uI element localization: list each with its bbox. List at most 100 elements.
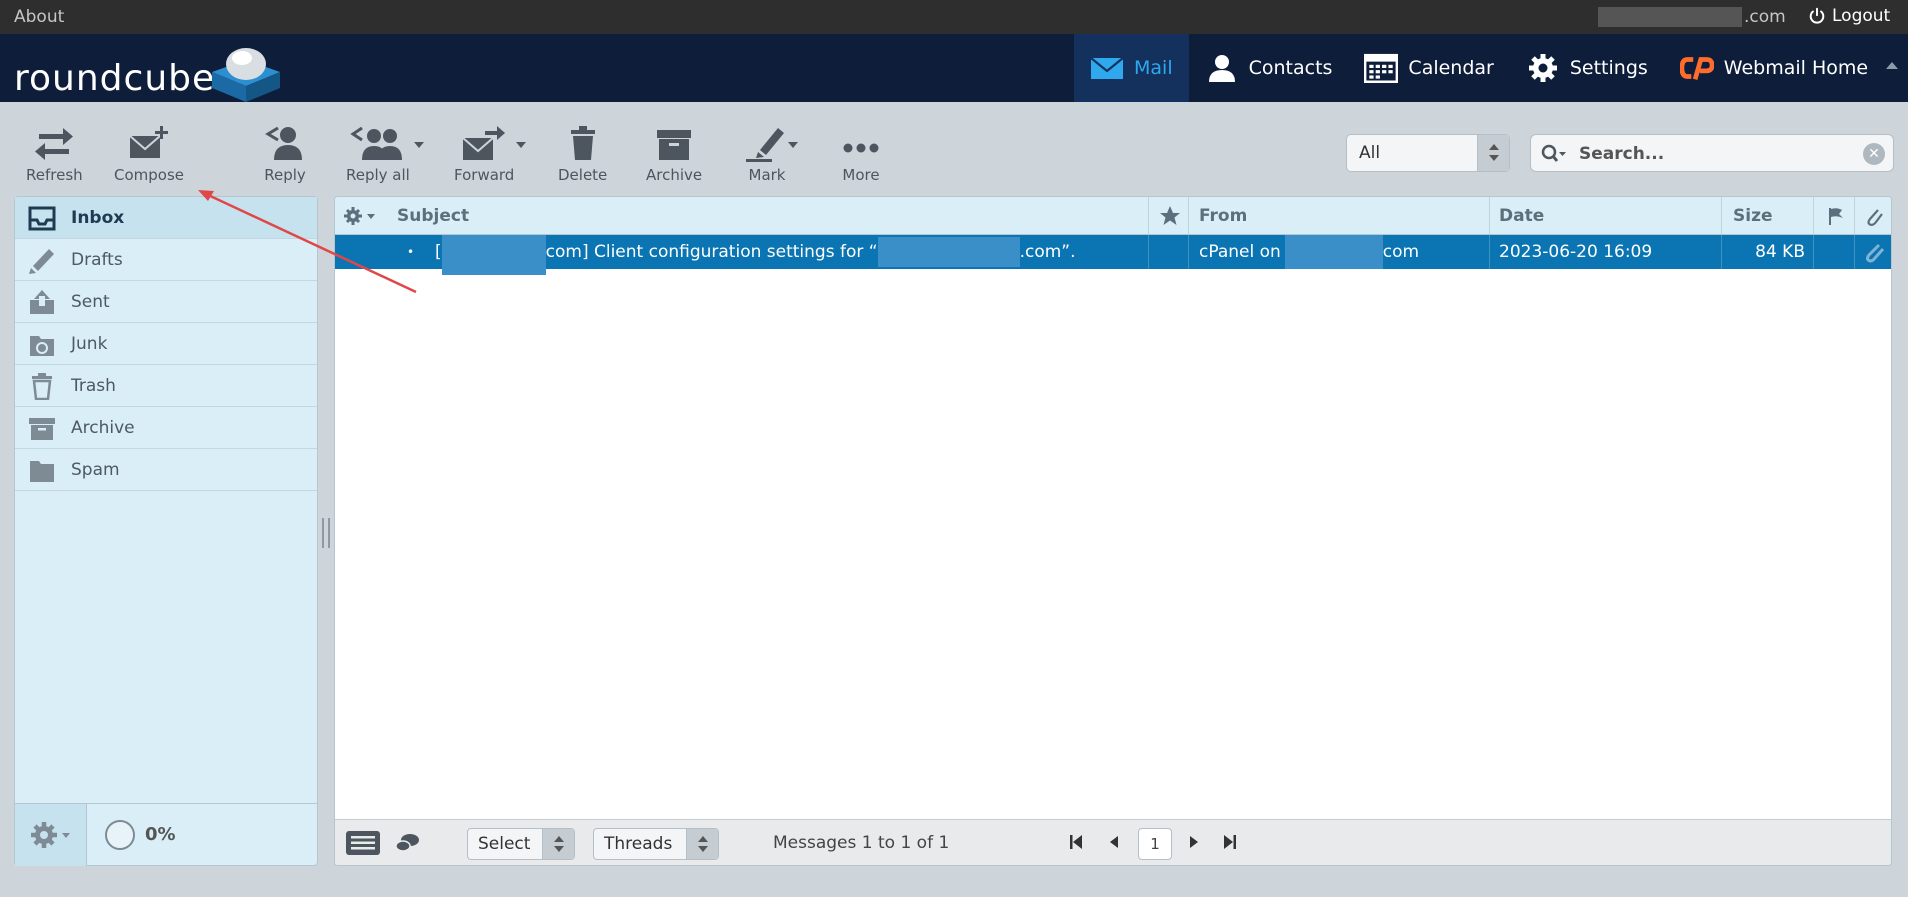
about-link[interactable]: About	[14, 7, 64, 27]
more-button[interactable]: More	[838, 124, 884, 184]
top-navigation: Mail Contacts Calendar Settings Webmail …	[1074, 34, 1884, 102]
subject-part: com] Client configuration settings for “	[545, 242, 878, 262]
nav-settings-label: Settings	[1569, 57, 1648, 79]
junk-icon	[30, 335, 54, 356]
logout-button[interactable]: Logout	[1808, 6, 1890, 26]
top-bar: About .com Logout	[0, 0, 1908, 34]
quota-pie-icon	[105, 819, 135, 850]
folder-archive[interactable]: Archive	[15, 407, 317, 449]
nav-mail[interactable]: Mail	[1074, 34, 1189, 102]
reply-button[interactable]: Reply	[262, 124, 308, 184]
search-icon[interactable]	[1541, 144, 1567, 164]
column-attachment[interactable]	[1855, 197, 1891, 234]
forward-dropdown[interactable]	[516, 142, 526, 148]
threads-label: Threads	[604, 834, 673, 854]
column-date-label: Date	[1499, 205, 1545, 226]
list-view-icon[interactable]	[345, 830, 381, 856]
first-page-icon[interactable]	[1069, 834, 1083, 850]
select-dropdown[interactable]: Select	[467, 828, 575, 860]
logout-label: Logout	[1832, 6, 1891, 26]
cpanel-icon	[1679, 57, 1714, 80]
pane-splitter[interactable]	[322, 518, 330, 548]
gear-dropdown-icon	[344, 206, 375, 225]
column-size[interactable]: Size	[1733, 197, 1773, 234]
quota-value: 0%	[145, 824, 176, 845]
column-flagged[interactable]	[1153, 197, 1187, 234]
quota-indicator: 0%	[105, 819, 176, 850]
folder-drafts[interactable]: Drafts	[15, 239, 317, 281]
table-row[interactable]: • [ com] Client configuration settings f…	[335, 235, 1891, 275]
reply-all-label: Reply all	[346, 166, 410, 184]
column-size-label: Size	[1733, 205, 1773, 226]
forward-icon	[462, 126, 506, 160]
user-domain: .com	[1744, 7, 1786, 27]
next-page-icon[interactable]	[1187, 834, 1201, 850]
compose-button[interactable]: Compose	[114, 124, 184, 184]
column-subject-label: Subject	[397, 205, 470, 226]
search-input[interactable]	[1579, 142, 1849, 166]
folder-trash[interactable]: Trash	[15, 365, 317, 407]
column-divider	[1188, 235, 1189, 269]
page-number[interactable]: 1	[1138, 828, 1172, 860]
refresh-button[interactable]: Refresh	[26, 124, 83, 184]
flag-icon	[1829, 207, 1843, 225]
reply-all-icon	[350, 126, 402, 160]
column-from[interactable]: From	[1199, 197, 1247, 234]
folder-spam[interactable]: Spam	[15, 449, 317, 491]
folder-label: Trash	[71, 375, 116, 396]
message-size: 84 KB	[1755, 242, 1805, 262]
folder-inbox[interactable]: Inbox	[15, 197, 317, 239]
person-icon	[1208, 55, 1235, 82]
folder-actions-button[interactable]	[15, 803, 87, 866]
list-options-button[interactable]	[343, 197, 383, 234]
previous-page-icon[interactable]	[1107, 834, 1121, 850]
subject-part: [	[435, 242, 442, 262]
forward-button[interactable]: Forward	[454, 124, 526, 184]
select-arrows-icon	[686, 829, 718, 859]
column-divider	[1188, 197, 1189, 234]
delete-button[interactable]: Delete	[558, 124, 607, 184]
last-page-icon[interactable]	[1223, 834, 1237, 850]
clear-search-icon[interactable]: ✕	[1863, 143, 1885, 165]
redacted-domain	[441, 235, 546, 275]
reply-icon	[265, 126, 302, 160]
threads-dropdown[interactable]: Threads	[593, 828, 719, 860]
column-divider	[1813, 197, 1814, 234]
select-label: Select	[478, 834, 531, 854]
threads-view-icon[interactable]	[395, 832, 421, 854]
column-subject[interactable]: Subject	[397, 197, 469, 234]
redacted-domain	[877, 237, 1020, 267]
folder-junk[interactable]: Junk	[15, 323, 317, 365]
folder-label: Drafts	[71, 249, 123, 270]
roundcube-logo[interactable]: roundcube	[14, 42, 284, 102]
message-subject[interactable]: [ com] Client configuration settings for…	[435, 235, 1076, 275]
user-account: .com	[1598, 5, 1786, 29]
mark-dropdown[interactable]	[788, 142, 798, 148]
mark-button[interactable]: Mark	[744, 124, 798, 184]
calendar-icon	[1364, 53, 1399, 83]
nav-calendar[interactable]: Calendar	[1348, 34, 1509, 102]
reply-all-dropdown[interactable]	[414, 142, 424, 148]
column-date[interactable]: Date	[1499, 197, 1544, 234]
gear-dropdown-icon	[30, 821, 70, 848]
folder-label: Inbox	[71, 207, 125, 228]
nav-contacts[interactable]: Contacts	[1189, 34, 1349, 102]
page-info: Messages 1 to 1 of 1	[773, 833, 950, 853]
filter-value: All	[1359, 143, 1381, 163]
paperclip-icon	[1866, 243, 1885, 263]
message-filter-select[interactable]: All	[1346, 134, 1510, 172]
nav-settings[interactable]: Settings	[1510, 34, 1664, 102]
envelope-icon	[1090, 57, 1124, 79]
nav-webmail-home[interactable]: Webmail Home	[1664, 34, 1884, 102]
reply-all-button[interactable]: Reply all	[346, 124, 424, 184]
power-icon	[1809, 7, 1825, 24]
folder-sent[interactable]: Sent	[15, 281, 317, 323]
refresh-label: Refresh	[26, 166, 83, 184]
paperclip-icon	[1867, 208, 1883, 226]
archive-button[interactable]: Archive	[646, 124, 702, 184]
message-list-header: Subject From Date Size	[335, 197, 1891, 235]
message-list-footer: Select Threads Messages 1 to 1 of 1 1	[335, 819, 1891, 865]
from-part: cPanel on	[1199, 242, 1281, 262]
column-flag[interactable]	[1819, 197, 1853, 234]
header-collapse-toggle[interactable]	[1886, 62, 1898, 69]
